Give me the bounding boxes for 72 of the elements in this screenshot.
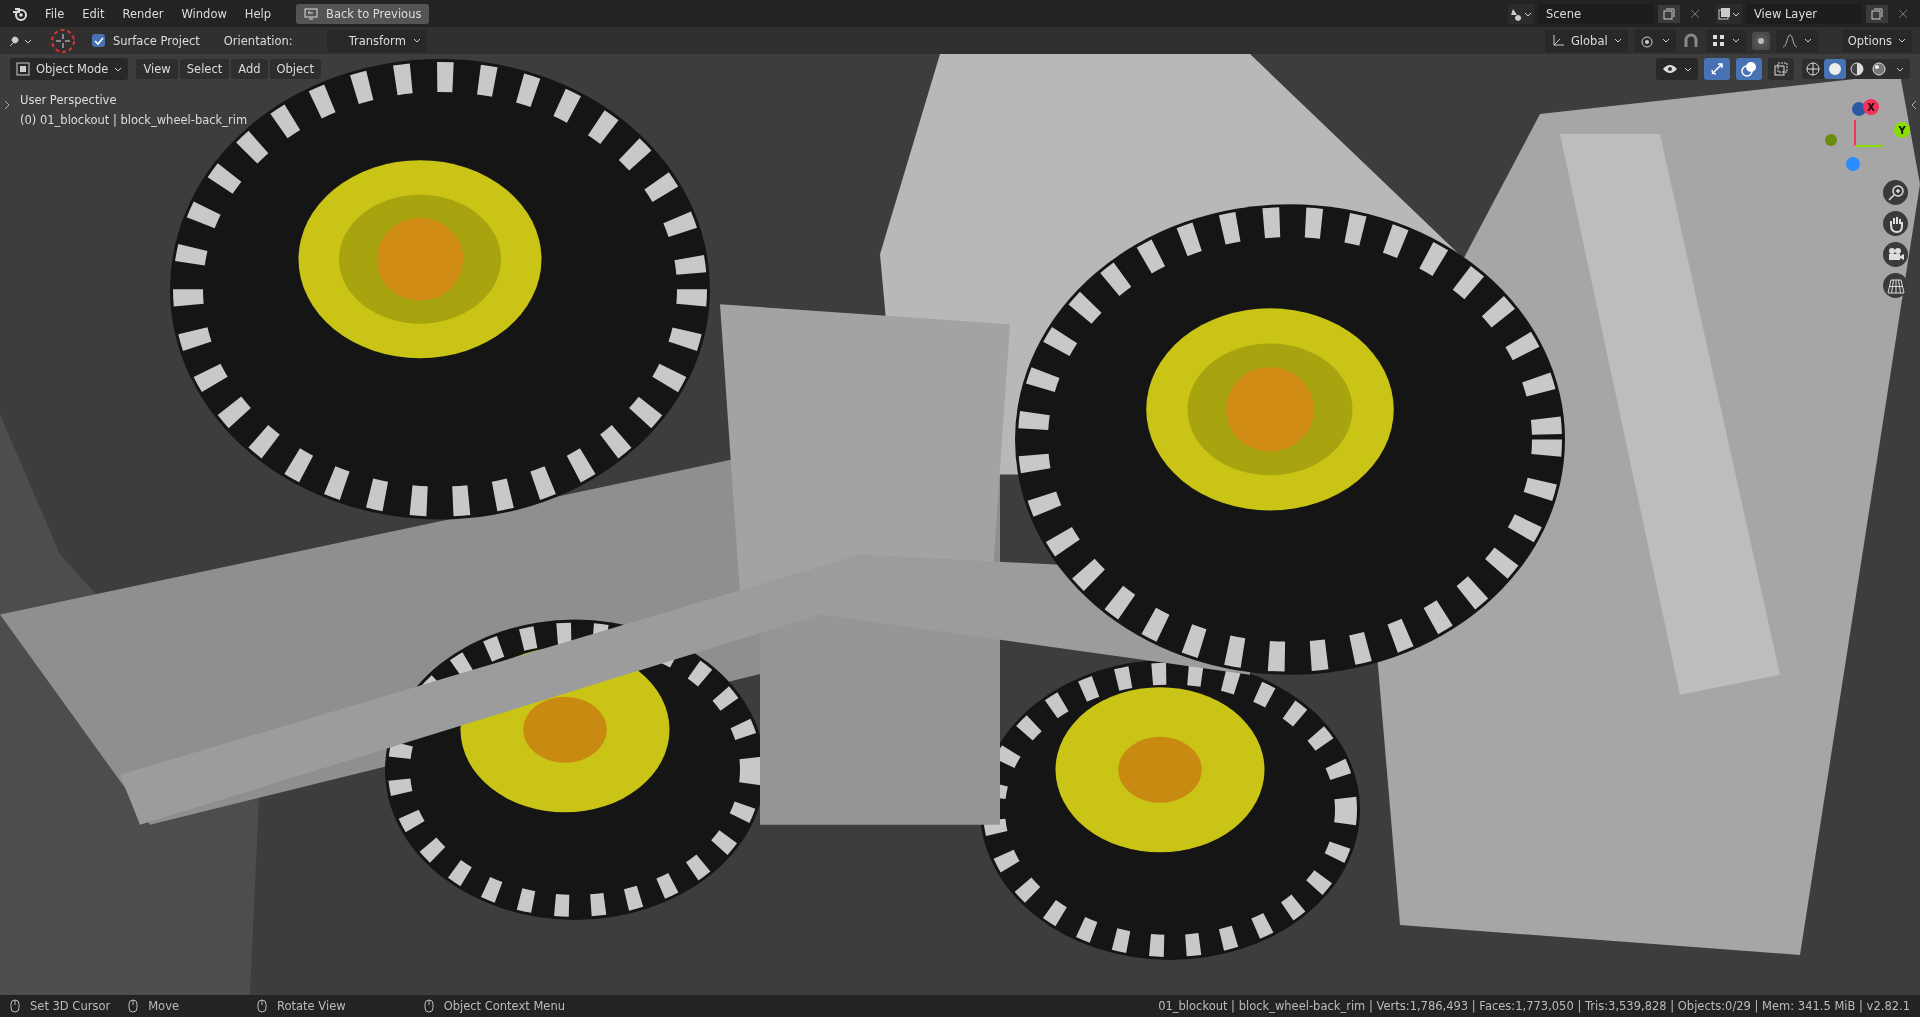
caret-icon — [114, 66, 123, 72]
wireframe-sphere-icon — [1806, 62, 1820, 76]
caret-icon — [1898, 38, 1906, 43]
object-mode-icon — [16, 62, 30, 76]
toolbar-toggle-icon[interactable] — [2, 98, 12, 112]
solid-sphere-icon — [1828, 62, 1842, 76]
layers-icon — [1718, 6, 1740, 21]
axes-icon — [1550, 33, 1565, 48]
tool-selector[interactable] — [8, 33, 34, 48]
solid-shading-button[interactable] — [1824, 59, 1846, 79]
copy-icon[interactable] — [1866, 4, 1888, 23]
view-layer-field[interactable]: View Layer — [1746, 3, 1862, 24]
transform-orientation-dropdown[interactable]: Global — [1544, 29, 1628, 52]
app-logo-icon[interactable] — [12, 5, 28, 22]
half-shaded-sphere-icon — [1850, 62, 1864, 76]
falloff-dropdown[interactable] — [1775, 29, 1818, 52]
status-hint-text: Move — [148, 999, 179, 1013]
active-object-text: (0) 01_blockout | block_wheel-back_rim — [20, 112, 248, 129]
orientation-label: Orientation: — [223, 33, 293, 48]
view-name-text: User Perspective — [20, 92, 118, 109]
caret-icon — [412, 38, 421, 43]
copy-icon[interactable] — [1658, 4, 1680, 23]
viewport-menu-item[interactable]: Add — [231, 59, 268, 79]
orientation-dropdown[interactable]: Transform — [326, 29, 427, 52]
checkmark-icon — [93, 35, 104, 46]
view-layer-selector[interactable] — [1716, 3, 1742, 24]
mouse-icon — [257, 999, 267, 1013]
overlapping-squares-icon — [1773, 61, 1789, 77]
options-dropdown[interactable]: Options — [1841, 29, 1912, 52]
caret-icon — [1661, 38, 1670, 43]
snap-dropdown[interactable] — [1705, 29, 1746, 52]
caret-icon — [1684, 66, 1692, 72]
3d-cursor-icon[interactable] — [50, 27, 76, 54]
scene-name-field[interactable]: Scene — [1538, 3, 1654, 24]
caret-icon — [1731, 38, 1740, 43]
grid-dots-icon — [1711, 33, 1726, 48]
object-mode-dropdown[interactable]: Object Mode — [10, 58, 129, 80]
xray-toggle[interactable] — [1768, 58, 1794, 80]
status-hint-text: Rotate View — [277, 999, 346, 1013]
arrow-icon — [1709, 61, 1725, 77]
visibility-dropdown[interactable] — [1656, 58, 1698, 80]
status-hint-text: Set 3D Cursor — [30, 999, 111, 1013]
scene-statistics-text: 01_blockout | block_wheel-back_rim | Verts:1,786,493 | Faces:1,773,050 | Tris:3,539,828 | Objects:0/29 | Mem: 341.5 MiB | v2.82.1 — [1158, 999, 1910, 1013]
overlapping-circles-icon — [1741, 61, 1757, 77]
menu-item[interactable]: File — [38, 3, 72, 24]
viewport-menu-item[interactable]: Select — [179, 59, 230, 79]
overlay-toggle[interactable] — [1736, 58, 1762, 80]
mouse-icon — [10, 999, 20, 1013]
caret-icon — [1613, 38, 1622, 43]
screen-icon — [304, 7, 319, 20]
gizmo-toggle[interactable] — [1704, 58, 1730, 80]
caret-icon — [1803, 38, 1812, 43]
menu-item[interactable]: Window — [174, 3, 234, 24]
surface-project-checkbox[interactable]: Surface Project — [92, 33, 200, 48]
shaded-sphere-icon — [1872, 62, 1886, 76]
proportional-edit-icon[interactable] — [1751, 31, 1770, 50]
mouse-icon — [423, 999, 434, 1013]
menu-item[interactable]: Render — [115, 3, 171, 24]
menu-item[interactable]: Help — [237, 3, 279, 24]
viewport-menu-item[interactable]: Object — [269, 59, 321, 79]
eye-icon — [1662, 62, 1678, 76]
mouse-icon — [128, 999, 139, 1013]
sidebar-toggle-icon[interactable] — [1909, 98, 1919, 112]
viewport-menu-item[interactable]: View — [136, 59, 178, 79]
pivot-dropdown[interactable] — [1633, 29, 1676, 52]
status-hint-text: Object Context Menu — [443, 999, 565, 1013]
pivot-icon — [1639, 33, 1656, 48]
menu-item[interactable]: Edit — [75, 3, 112, 24]
scene-selector[interactable] — [1508, 3, 1534, 24]
caret-icon — [1896, 66, 1904, 72]
back-to-previous-button[interactable]: Back to Previous — [296, 3, 430, 24]
falloff-curve-icon — [1781, 33, 1798, 48]
